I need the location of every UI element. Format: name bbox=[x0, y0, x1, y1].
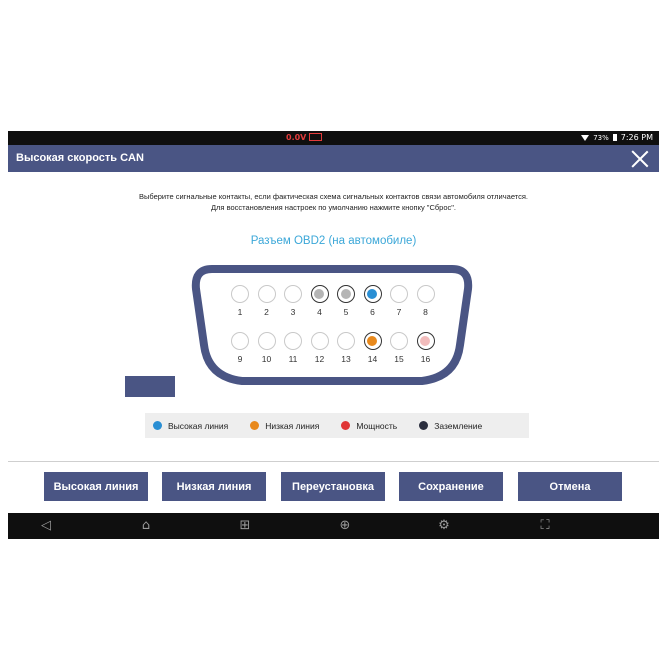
low-line-button[interactable]: Низкая линия bbox=[162, 472, 266, 501]
voltage-value: 0.0V bbox=[286, 133, 307, 142]
legend-label: Низкая линия bbox=[265, 420, 320, 431]
pin-number-label: 11 bbox=[288, 354, 298, 364]
divider bbox=[8, 461, 659, 462]
clock: 7:26 PM bbox=[620, 133, 653, 142]
pin-8[interactable] bbox=[416, 285, 435, 303]
high-line-button[interactable]: Высокая линия bbox=[44, 472, 148, 501]
pin-number-label: 7 bbox=[396, 307, 402, 317]
connector-title: Разъем OBD2 (на автомобиле) bbox=[250, 235, 417, 247]
high-line-dot-icon bbox=[153, 421, 162, 430]
ground-dot-icon bbox=[419, 421, 429, 430]
connector-tab bbox=[125, 376, 175, 397]
home-icon[interactable]: ⌂ bbox=[138, 518, 154, 534]
pin-number-label: 2 bbox=[264, 307, 269, 317]
pin-5[interactable] bbox=[337, 285, 355, 303]
pin-number-label: 4 bbox=[317, 307, 322, 317]
pin-16[interactable] bbox=[416, 332, 435, 350]
pin-12[interactable] bbox=[310, 332, 329, 350]
android-nav-bar: ◁ ⌂ ⊞ ⊕ ⚙ ⛶ bbox=[8, 513, 659, 539]
battery-percent: 73% bbox=[593, 133, 609, 142]
pin-7[interactable] bbox=[390, 285, 408, 303]
instruction-line-1: Выберите сигнальные контакты, если факти… bbox=[138, 192, 528, 201]
close-icon[interactable] bbox=[629, 148, 651, 170]
pin-2[interactable] bbox=[257, 285, 276, 303]
pin-1[interactable] bbox=[231, 285, 249, 303]
pin-number-label: 15 bbox=[394, 354, 404, 364]
screenshot-icon[interactable]: ⛶ bbox=[537, 518, 553, 534]
instruction-line-2: Для восстановления настроек по умолчанию… bbox=[210, 203, 457, 212]
battery-icon bbox=[612, 134, 617, 141]
cancel-button[interactable]: Отмена bbox=[518, 472, 622, 501]
pin-6[interactable] bbox=[363, 285, 382, 303]
obd2-connector-outline bbox=[191, 265, 473, 385]
pin-number-label: 5 bbox=[343, 307, 349, 317]
reset-button[interactable]: Переустановка bbox=[281, 472, 385, 501]
legend-item-ground: Заземление bbox=[419, 421, 482, 431]
pin-number-label: 6 bbox=[370, 307, 375, 317]
legend: Высокая линия Низкая линия Мощность Зазе… bbox=[145, 413, 529, 438]
legend-item-power: Мощность bbox=[341, 421, 397, 431]
pin-11[interactable] bbox=[284, 332, 302, 350]
pin-9[interactable] bbox=[231, 332, 249, 350]
pin-4[interactable] bbox=[310, 285, 329, 303]
save-button[interactable]: Сохранение bbox=[399, 472, 503, 501]
pin-number-label: 1 bbox=[237, 307, 243, 317]
legend-item-high: Высокая линия bbox=[153, 421, 228, 431]
low-line-dot-icon bbox=[250, 421, 260, 430]
pin-number-label: 13 bbox=[341, 354, 351, 364]
pin-number-label: 14 bbox=[367, 354, 378, 364]
pin-number-label: 8 bbox=[423, 307, 428, 317]
legend-label: Высокая линия bbox=[168, 420, 229, 431]
pin-14[interactable] bbox=[363, 332, 382, 350]
wifi-icon bbox=[581, 134, 590, 141]
pin-13[interactable] bbox=[337, 332, 355, 350]
legend-label: Заземление bbox=[434, 420, 483, 431]
status-right: 73% 7:26 PM bbox=[581, 133, 653, 142]
pin-number-label: 9 bbox=[237, 354, 243, 364]
title-bar: Высокая скорость CAN bbox=[8, 145, 659, 172]
car-battery-icon bbox=[309, 133, 323, 141]
pin-number-label: 16 bbox=[420, 354, 431, 364]
settings-icon[interactable]: ⚙ bbox=[436, 518, 452, 534]
app-screen: 0.0V 73% 7:26 PM Высокая скорость CAN Вы… bbox=[8, 131, 659, 539]
pin-15[interactable] bbox=[390, 332, 408, 350]
legend-label: Мощность bbox=[356, 420, 398, 431]
power-dot-icon bbox=[341, 421, 351, 430]
status-bar: 0.0V 73% 7:26 PM bbox=[8, 131, 659, 145]
pin-number-label: 3 bbox=[290, 307, 296, 317]
legend-item-low: Низкая линия bbox=[250, 421, 319, 431]
back-icon[interactable]: ◁ bbox=[38, 518, 54, 534]
pin-number-label: 10 bbox=[261, 354, 272, 364]
browser-icon[interactable]: ⊕ bbox=[337, 518, 353, 534]
voltage-indicator: 0.0V bbox=[286, 133, 323, 142]
pin-3[interactable] bbox=[284, 285, 302, 303]
pin-number-label: 12 bbox=[314, 354, 325, 364]
page-title: Высокая скорость CAN bbox=[16, 152, 144, 164]
recent-apps-icon[interactable]: ⊞ bbox=[237, 518, 253, 534]
pin-10[interactable] bbox=[257, 332, 276, 350]
